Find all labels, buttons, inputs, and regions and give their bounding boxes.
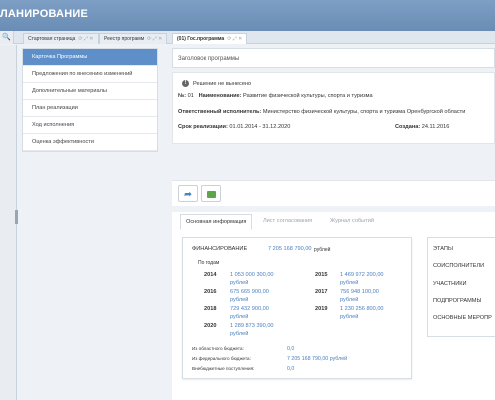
year-amount: 1 469 972 200,00 рублей xyxy=(340,272,384,286)
panel-splitter[interactable] xyxy=(15,210,18,224)
printer-glyph xyxy=(206,191,216,198)
sidebar-item-efficiency-assessment[interactable]: Оценка эффективности xyxy=(23,134,157,151)
program-number-name: №: 01 Наименование: Развитие физической … xyxy=(178,93,373,99)
tab-controls[interactable]: ⟳ ⤢ ✕ xyxy=(147,36,162,42)
source-label: Из федерального бюджета: xyxy=(192,356,251,361)
main-content: Заголовок программы ! Решение не вынесено… xyxy=(172,48,495,400)
tab-main-info[interactable]: Основная информация xyxy=(180,214,253,230)
year-amount: 1 230 256 800,00 рублей xyxy=(340,306,384,320)
by-years-label: По годам xyxy=(198,260,220,266)
tab-approval-sheet[interactable]: Лист согласования xyxy=(263,218,312,224)
year-label: 2015 xyxy=(315,272,328,278)
year-label: 2014 xyxy=(204,272,217,278)
source-value: 0,0 xyxy=(287,366,295,372)
panel-title: Заголовок программы xyxy=(172,48,495,68)
right-menu: ЭТАПЫ СОИСПОЛНИТЕЛИ УЧАСТНИКИ ПОДПРОГРАМ… xyxy=(427,237,495,337)
tab-start-page[interactable]: Стартовая страница ⟳ ⤢ ✕ xyxy=(23,33,99,44)
sidebar-item-additional-materials[interactable]: Дополнительные материалы xyxy=(23,83,157,100)
year-amount: 1 053 000 300,00 рублей xyxy=(230,272,274,286)
right-menu-item-main-activities[interactable]: ОСНОВНЫЕ МЕРОПР xyxy=(433,315,492,321)
tab-controls[interactable]: ⟳ ⤢ ✕ xyxy=(78,36,93,42)
source-value: 7 205 168 790,00 рублей xyxy=(287,356,348,362)
year-label: 2018 xyxy=(204,306,217,312)
created-date: Создана: 24.11.2016 xyxy=(395,124,450,130)
financing-title: ФИНАНСИРОВАНИЕ xyxy=(192,246,248,252)
decision-status: ! Решение не вынесено xyxy=(182,80,251,87)
right-menu-item-coexecutors[interactable]: СОИСПОЛНИТЕЛИ xyxy=(433,263,484,269)
financing-unit: рублей xyxy=(314,247,331,253)
year-amount: 729 432 900,00 рублей xyxy=(230,306,269,320)
year-label: 2020 xyxy=(204,323,217,329)
program-info-box: ! Решение не вынесено №: 01 Наименование:… xyxy=(172,72,495,144)
year-label: 2017 xyxy=(315,289,328,295)
app-header: ЛАНИРОВАНИЕ xyxy=(0,0,495,31)
source-value: 0,0 xyxy=(287,346,295,352)
tab-program-registry[interactable]: Реестр программ ⟳ ⤢ ✕ xyxy=(99,33,168,44)
right-menu-item-subprograms[interactable]: ПОДПРОГРАММЫ xyxy=(433,298,481,304)
sidebar-item-execution-progress[interactable]: Ход исполнения xyxy=(23,117,157,134)
year-label: 2016 xyxy=(204,289,217,295)
source-label: Из областного бюджета: xyxy=(192,346,244,351)
search-icon[interactable]: 🔍 xyxy=(0,31,14,44)
sidebar-menu: Карточка Программы Предложения по внесен… xyxy=(22,48,158,152)
printer-icon[interactable] xyxy=(201,185,221,202)
info-icon: ! xyxy=(182,80,189,87)
sidebar-item-change-proposals[interactable]: Предложения по внесению изменений xyxy=(23,66,157,83)
financing-total: 7 205 168 790,00 xyxy=(268,246,312,252)
source-label: Внебюджетные поступления: xyxy=(192,366,255,371)
right-menu-item-stages[interactable]: ЭТАПЫ xyxy=(433,246,453,252)
tab-event-log[interactable]: Журнал событий xyxy=(330,218,374,224)
tab-controls[interactable]: ⟳ ⤢ ✕ xyxy=(227,36,242,42)
app-title: ЛАНИРОВАНИЕ xyxy=(0,8,88,20)
share-icon[interactable]: ➦ xyxy=(178,185,198,202)
sidebar-item-implementation-plan[interactable]: План реализации xyxy=(23,100,157,117)
year-amount: 675 665 900,00 рублей xyxy=(230,289,269,303)
year-amount: 756 948 100,00 рублей xyxy=(340,289,379,303)
right-menu-item-participants[interactable]: УЧАСТНИКИ xyxy=(433,281,467,287)
financing-box: ФИНАНСИРОВАНИЕ 7 205 168 790,00 рублей П… xyxy=(182,237,412,379)
year-label: 2019 xyxy=(315,306,328,312)
sidebar-item-program-card[interactable]: Карточка Программы xyxy=(23,49,157,66)
implementation-period: Срок реализации: 01.01.2014 - 31.12.2020 xyxy=(178,124,291,130)
responsible-executor: Ответственный исполнитель: Министерство … xyxy=(178,109,466,115)
tab-gos-program[interactable]: (01) Гос.программа ⟳ ⤢ ✕ xyxy=(172,33,248,44)
year-amount: 1 289 873 390,00 рублей xyxy=(230,323,274,337)
